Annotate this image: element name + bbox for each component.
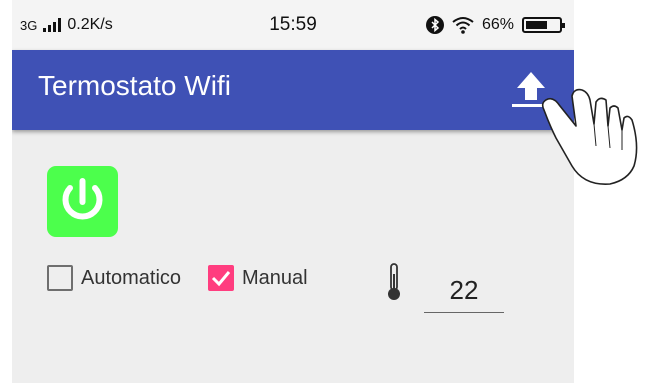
status-right: 66% xyxy=(425,16,565,34)
battery-percent: 66% xyxy=(481,16,514,33)
thermometer-icon xyxy=(388,263,400,300)
automatico-label: Automatico xyxy=(81,266,182,289)
power-icon xyxy=(62,178,103,220)
app-bar: Termostato Wifi xyxy=(12,50,574,130)
automatico-checkbox[interactable]: Automatico xyxy=(47,265,181,291)
manual-label: Manual xyxy=(242,266,308,289)
checkbox-checked-icon xyxy=(208,265,234,291)
phone-screen: 3G 0.2K/s 15:59 66% Termostato Wifi Auto… xyxy=(12,0,574,383)
temperature-input[interactable]: 22 xyxy=(424,268,504,313)
manual-checkbox[interactable]: Manual xyxy=(208,265,308,291)
bluetooth-icon xyxy=(425,16,444,34)
battery-icon xyxy=(522,17,565,33)
status-bar: 3G 0.2K/s 15:59 66% xyxy=(12,0,574,50)
app-title: Termostato Wifi xyxy=(38,70,231,101)
checkbox-unchecked-icon xyxy=(47,265,73,291)
wifi-icon xyxy=(452,17,474,34)
battery-fill xyxy=(526,21,547,29)
power-button[interactable] xyxy=(47,166,118,237)
hand-pointer-icon xyxy=(541,88,638,185)
